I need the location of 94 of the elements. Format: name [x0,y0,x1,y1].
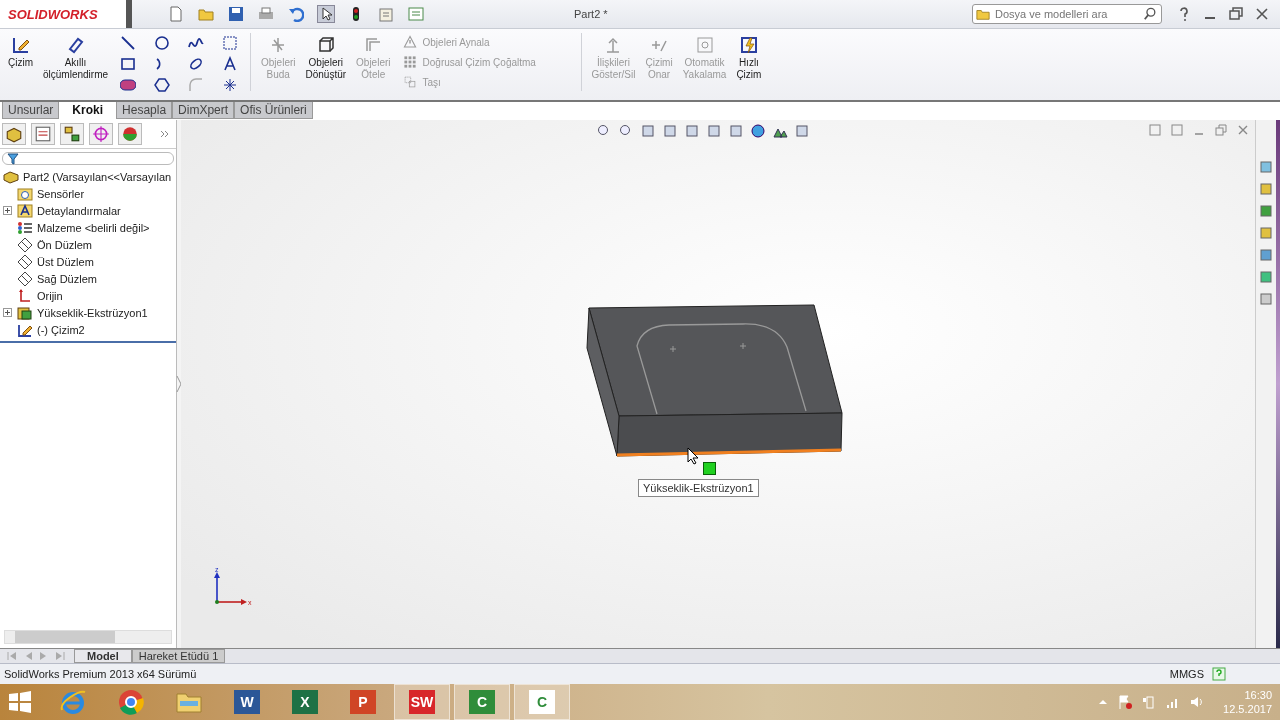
text-tool-icon[interactable] [222,56,239,72]
search-field[interactable]: Dosya ve modelleri ara [972,4,1162,24]
mouse-cursor-icon [687,447,699,465]
browser-wheel-icon [117,688,145,716]
taskbar-app[interactable]: C [514,684,570,720]
plane-icon [17,270,33,287]
window-title: Part2 * [573,8,609,20]
printer-icon[interactable] [258,6,274,22]
material-icon [17,219,33,236]
plane-icon [17,236,33,253]
grid-dots-icon [402,55,417,69]
status-text: SolidWorks Premium 2013 x64 Sürümü [4,668,197,680]
app-logo: C [469,690,495,714]
expand-toggle-icon[interactable] [3,307,12,317]
tree-item[interactable]: Detaylandırmalar [37,204,121,217]
rectangle-tool-icon[interactable] [120,56,137,72]
browser-e-icon [59,688,87,716]
taskbar-app[interactable]: W [220,685,274,719]
part-icon [3,168,19,185]
tree-item[interactable]: Ön Düzlem [37,238,93,251]
app-logo: P [350,690,376,714]
extrude-icon [17,304,33,321]
tree-item[interactable]: Sağ Düzlem [37,272,97,285]
taskbar-app[interactable]: SW [394,684,450,720]
select-pointer-icon[interactable] [318,6,334,22]
undo-icon[interactable] [288,6,304,22]
fillet-tool-icon[interactable] [188,77,205,93]
circle-tool-icon[interactable] [154,35,171,51]
ribbon-tool-button[interactable]: Akıllı ölçümlendirme [39,33,113,83]
plane-icon [17,253,33,270]
appearance-tab-icon[interactable] [118,123,142,145]
tree-item[interactable]: Sensörler [37,187,85,200]
taskbar-app[interactable]: X [278,685,332,719]
model-tab[interactable]: Hareket Etüdü 1 [131,649,226,663]
restore-icon[interactable] [1228,6,1244,22]
taskbar-app[interactable]: C [454,684,510,720]
feature-manager-tab-icon[interactable] [2,123,26,145]
tooltip: Yükseklik-Ekstrüzyon1 [638,479,759,497]
close-icon[interactable] [1237,124,1249,136]
ribbon-tab[interactable]: Ofis Ürünleri [234,102,313,119]
pencil-icon [10,35,31,55]
tree-item[interactable]: Malzeme <belirli değil> [37,221,150,234]
ribbon-tool-button[interactable]: Hızlı Çizim [732,33,766,83]
construction-grid-icon[interactable] [222,35,239,51]
options-list-icon[interactable] [408,6,424,22]
lightning-icon [738,35,759,55]
expand-toggle-icon[interactable] [3,205,12,215]
ribbon-tool-button[interactable]: Objeleri Dönüştür [301,33,351,83]
open-folder-icon[interactable] [198,6,214,22]
folder-icon [976,7,990,21]
filter-icon [7,152,19,165]
selection-handle[interactable] [703,462,716,475]
crosshair-tab-icon[interactable] [89,123,113,145]
configuration-tab-icon[interactable] [60,123,84,145]
model-tab[interactable]: Model [74,649,132,663]
property-manager-tab-icon[interactable] [31,123,55,145]
slot-tool-icon[interactable] [120,77,137,93]
expand-chevron-icon[interactable] [160,129,170,139]
snap-icon [694,35,715,55]
units-indicator[interactable]: MMGS [1169,668,1204,680]
tree-item[interactable]: Yükseklik-Ekstrüzyon1 [37,306,148,319]
taskbar-app[interactable]: P [336,685,390,719]
app-logo: C [529,690,555,714]
point-tool-icon[interactable] [222,77,239,93]
ellipse-tool-icon[interactable] [188,56,205,72]
ribbon-tab[interactable]: Hesapla [116,102,173,119]
flag-icon[interactable] [1117,694,1134,710]
ribbon-tab[interactable]: Unsurlar [2,102,60,119]
tree-item[interactable]: Part2 (Varsayılan<<Varsayılan [23,170,172,183]
origin-icon [17,287,33,304]
line-tool-icon[interactable] [120,35,137,51]
close-icon[interactable] [1254,6,1270,22]
start-button[interactable] [8,690,32,714]
annotation-folder-icon [17,202,33,219]
tab-navigation-arrows-icon[interactable] [4,650,68,662]
new-document-icon[interactable] [168,6,184,22]
horizontal-scrollbar[interactable] [4,630,172,644]
search-icon[interactable] [1143,7,1157,21]
tree-item[interactable]: Orijin [37,289,63,302]
sensor-folder-icon [17,185,33,202]
warning-triangle-icon [402,35,417,49]
tree-item[interactable]: Üst Düzlem [37,255,94,268]
polygon-tool-icon[interactable] [154,77,171,93]
app-logo: W [234,690,260,714]
filter-field[interactable] [2,152,174,165]
clipboard-icon[interactable] [378,6,394,22]
ribbon-tab[interactable]: DimXpert [172,102,235,119]
app-logo: X [292,690,318,714]
tree-item[interactable]: (-) Çizim2 [37,323,85,336]
move-icon [402,75,417,89]
ribbon-tool-button[interactable]: Çizim [4,33,37,71]
save-icon[interactable] [228,6,244,22]
app-logo: SW [408,690,436,714]
part-model-drawing[interactable] [586,304,843,457]
